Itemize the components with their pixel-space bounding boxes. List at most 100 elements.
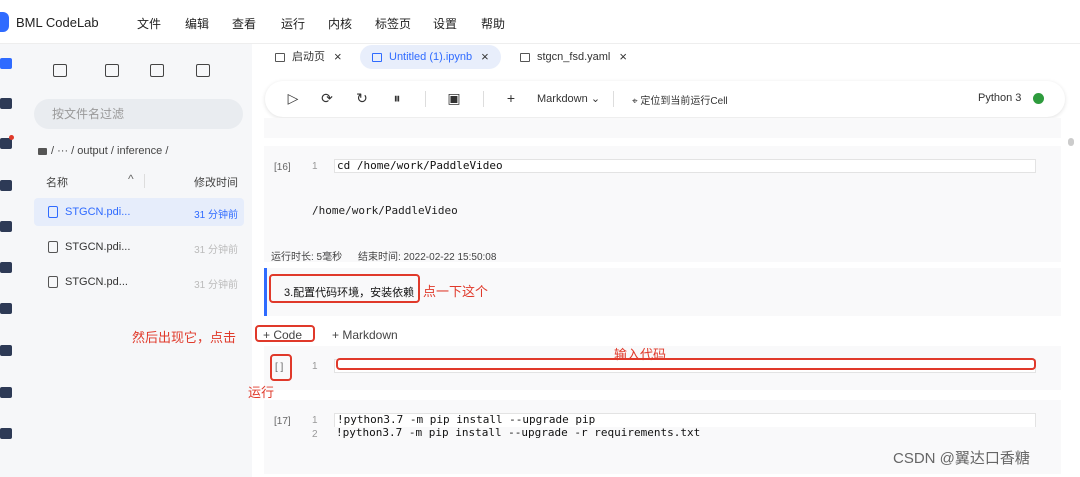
- line-number: 1: [312, 361, 318, 372]
- chevron-down-icon: ⌄: [590, 93, 601, 105]
- launcher-icon: [275, 52, 285, 62]
- tab-launcher[interactable]: 启动页 ×: [275, 45, 342, 69]
- cell-output: /home/work/PaddleVideo: [312, 204, 458, 217]
- add-cell-icon[interactable]: +: [503, 90, 519, 106]
- tab-stgcn-yaml[interactable]: stgcn_fsd.yaml ×: [520, 45, 627, 69]
- annotation-text: 然后出现它，点击: [132, 330, 237, 345]
- column-divider: [144, 174, 145, 188]
- file-name: STGCN.pd...: [65, 276, 128, 288]
- file-row[interactable]: STGCN.pd... 31 分钟前: [34, 268, 244, 296]
- scrollbar[interactable]: [1068, 138, 1074, 146]
- menu-view[interactable]: 查看: [232, 15, 256, 32]
- layers-icon[interactable]: [0, 303, 12, 314]
- new-file-icon[interactable]: [53, 64, 67, 77]
- notebook-area: [16] 1 cd /home/work/PaddleVideo /home/w…: [132, 118, 1080, 477]
- text-file-icon: [520, 52, 530, 62]
- menu-settings[interactable]: 设置: [433, 15, 457, 32]
- column-name[interactable]: 名称: [46, 174, 68, 190]
- file-row[interactable]: STGCN.pdi... 31 分钟前: [34, 233, 244, 261]
- annotation-box: [336, 358, 1036, 370]
- menu-tabs[interactable]: 标签页: [375, 15, 411, 32]
- end-time: 结束时间: 2022-02-22 15:50:08: [358, 252, 497, 263]
- code-cell-16[interactable]: [16] 1 cd /home/work/PaddleVideo /home/w…: [264, 146, 1061, 262]
- menu-file[interactable]: 文件: [137, 15, 161, 32]
- run-duration: 运行时长: 5毫秒: [271, 252, 343, 263]
- upload-icon[interactable]: [150, 64, 164, 77]
- file-icon: [48, 206, 58, 218]
- toolbox-icon[interactable]: [0, 180, 12, 191]
- divider: [483, 91, 484, 107]
- logo-icon: [0, 12, 9, 32]
- line-number: 2: [312, 429, 318, 440]
- annotation-text: 运行: [248, 385, 275, 400]
- close-icon[interactable]: ×: [481, 45, 489, 69]
- folder-icon[interactable]: [0, 58, 12, 69]
- cell-prompt: [17]: [274, 416, 291, 427]
- add-markdown-cell-button[interactable]: + Markdown: [332, 328, 398, 342]
- notebook-toolbar: ▷ ⟳ ↻ ⏸ ▣ + Markdown ⌄ ⌖ 定位到当前运行Cell Pyt…: [265, 81, 1065, 117]
- restart-icon[interactable]: ↻: [354, 90, 370, 106]
- file-time: 31 分钟前: [194, 280, 238, 291]
- run-icon[interactable]: ▷: [285, 90, 301, 106]
- file-name: STGCN.pdi...: [65, 206, 131, 218]
- search-placeholder: 按文件名过滤: [52, 107, 125, 121]
- code-input[interactable]: cd /home/work/PaddleVideo: [334, 159, 1036, 173]
- kernel-status-indicator: [1033, 93, 1044, 104]
- locate-running-cell-button[interactable]: ⌖ 定位到当前运行Cell: [632, 92, 728, 107]
- run-all-icon[interactable]: ⟳: [319, 90, 335, 106]
- column-modified[interactable]: 修改时间: [194, 174, 238, 190]
- file-name: STGCN.pdi...: [65, 241, 131, 253]
- cell-type-select[interactable]: Markdown ⌄: [537, 92, 600, 105]
- kernel-name[interactable]: Python 3: [978, 92, 1021, 104]
- sort-chevron-icon[interactable]: ^: [128, 172, 134, 186]
- watermark: CSDN @翼达口香糖: [893, 450, 1030, 467]
- file-icon: [48, 241, 58, 253]
- notification-dot: [9, 135, 14, 140]
- close-icon[interactable]: ×: [334, 45, 342, 69]
- app-title: BML CodeLab: [16, 14, 99, 30]
- divider: [613, 91, 614, 107]
- apps-icon[interactable]: [0, 262, 12, 273]
- line-number: 1: [312, 415, 318, 426]
- refresh-icon[interactable]: [196, 64, 210, 77]
- divider: [425, 91, 426, 107]
- app-logo: BML CodeLab: [0, 12, 99, 32]
- tab-label: Untitled (1).ipynb: [389, 51, 473, 63]
- menu-help[interactable]: 帮助: [481, 15, 505, 32]
- cube-icon[interactable]: [0, 221, 12, 232]
- file-icon: [48, 276, 58, 288]
- close-icon[interactable]: ×: [619, 45, 627, 69]
- breadcrumb-path[interactable]: / ··· / output / inference /: [51, 145, 168, 157]
- top-menu-bar: BML CodeLab 文件 编辑 查看 运行 内核 标签页 设置 帮助: [0, 0, 1080, 44]
- code-input-line-2[interactable]: !python3.7 -m pip install --upgrade -r r…: [334, 427, 1036, 441]
- code-input[interactable]: !python3.7 -m pip install --upgrade pip: [334, 413, 1036, 427]
- folder-icon: [38, 147, 47, 155]
- menu-edit[interactable]: 编辑: [185, 15, 209, 32]
- locate-label: 定位到当前运行Cell: [640, 96, 728, 107]
- annotation-box: [269, 274, 420, 303]
- save-icon[interactable]: ▣: [446, 90, 462, 106]
- annotation-box: [270, 354, 292, 381]
- code-text: !python3.7 -m pip install --upgrade -r r…: [336, 426, 701, 439]
- code-text: !python3.7 -m pip install --upgrade pip: [337, 413, 596, 426]
- file-row[interactable]: STGCN.pdi... 31 分钟前: [34, 198, 244, 226]
- cell-type-label: Markdown: [537, 93, 588, 105]
- code-text: cd /home/work/PaddleVideo: [337, 159, 503, 172]
- terminal-icon[interactable]: [0, 345, 12, 356]
- tab-label: stgcn_fsd.yaml: [537, 51, 611, 63]
- file-time: 31 分钟前: [194, 210, 238, 221]
- cell-prompt: [16]: [274, 162, 291, 173]
- tab-untitled-notebook[interactable]: Untitled (1).ipynb ×: [360, 45, 501, 69]
- target-icon: ⌖: [632, 96, 638, 107]
- chip-icon[interactable]: [0, 428, 12, 439]
- breadcrumb[interactable]: / ··· / output / inference /: [38, 145, 168, 157]
- dashboard-icon[interactable]: [0, 98, 12, 109]
- menu-kernel[interactable]: 内核: [328, 15, 352, 32]
- menu-run[interactable]: 运行: [281, 15, 305, 32]
- previous-cell: [264, 118, 1061, 138]
- new-folder-icon[interactable]: [105, 64, 119, 77]
- plugin-icon[interactable]: [0, 387, 12, 398]
- stop-icon[interactable]: ⏸: [389, 90, 405, 106]
- file-filter-input[interactable]: 按文件名过滤: [34, 99, 243, 129]
- line-number: 1: [312, 161, 318, 172]
